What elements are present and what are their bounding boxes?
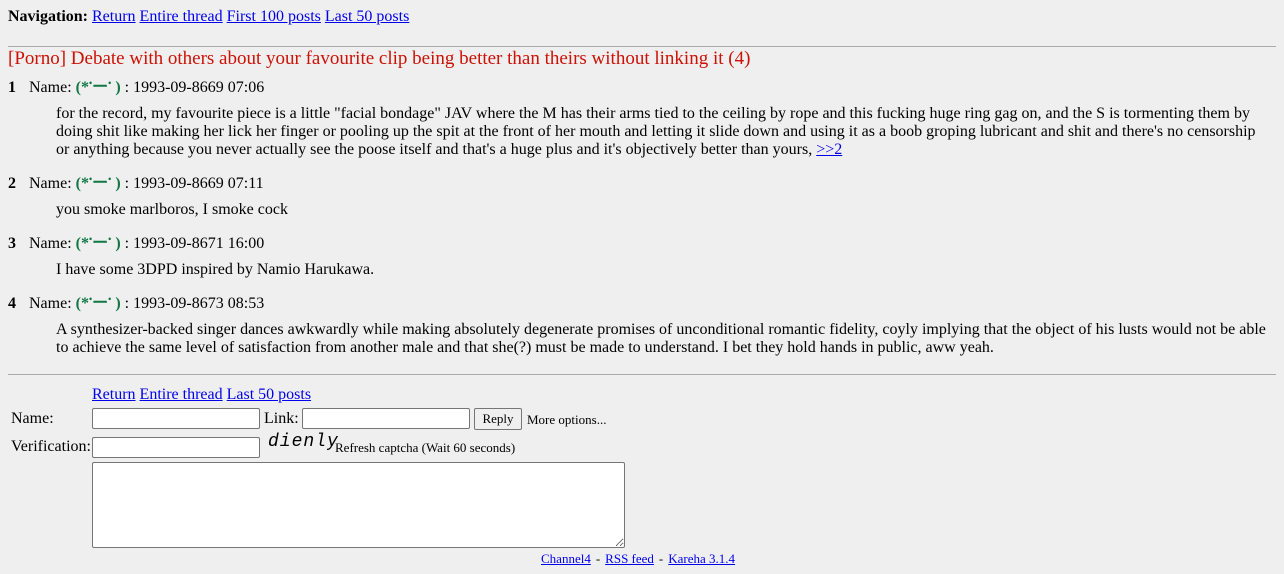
refresh-captcha-link[interactable]: Refresh captcha: [335, 440, 418, 455]
form-verification-label: Verification:: [11, 438, 91, 455]
top-divider: [8, 46, 1276, 47]
name-label: Name:: [29, 235, 72, 252]
reply-reference-link[interactable]: >>2: [816, 141, 842, 158]
captcha-wait-text: (Wait 60 seconds): [421, 440, 516, 455]
bottom-return-link[interactable]: Return: [92, 386, 136, 403]
footer-kareha-link[interactable]: Kareha 3.1.4: [668, 551, 735, 566]
post-text: A synthesizer-backed singer dances awkwa…: [56, 321, 1266, 356]
poster-name: (*•ー• ): [75, 294, 121, 313]
post-date: : 1993-09-8673 08:53: [124, 295, 265, 312]
post-number: 3: [8, 235, 16, 252]
form-link-label: Link:: [264, 410, 299, 427]
name-label: Name:: [29, 79, 72, 96]
bottom-entire-thread-link[interactable]: Entire thread: [140, 386, 223, 403]
post-date: : 1993-09-8669 07:06: [124, 79, 265, 96]
bottom-last-50-link[interactable]: Last 50 posts: [227, 386, 311, 403]
post-text: you smoke marlboros, I smoke cock: [56, 201, 288, 218]
post-body: for the record, my favourite piece is a …: [56, 105, 1270, 159]
post-date: : 1993-09-8669 07:11: [124, 175, 264, 192]
post-header: 2 Name: (*•ー• ) : 1993-09-8669 07:11: [8, 175, 264, 193]
footer-rss-link[interactable]: RSS feed: [605, 551, 654, 566]
nav-first-100-link[interactable]: First 100 posts: [227, 8, 321, 25]
post-header: 4 Name: (*•ー• ) : 1993-09-8673 08:53: [8, 295, 264, 313]
post-number: 1: [8, 79, 16, 96]
post-body: I have some 3DPD inspired by Namio Haruk…: [56, 261, 1270, 279]
nav-entire-thread-link[interactable]: Entire thread: [140, 8, 223, 25]
post-number: 4: [8, 295, 16, 312]
top-navigation: Navigation: Return Entire thread First 1…: [8, 8, 409, 26]
refresh-captcha-area: Refresh captcha (Wait 60 seconds): [335, 439, 515, 457]
post-header: 1 Name: (*•ー• ) : 1993-09-8669 07:06: [8, 79, 264, 97]
footer: Channel4- RSS feed - Kareha 3.1.4: [541, 550, 735, 568]
form-name-label: Name:: [11, 410, 54, 427]
post-body: A synthesizer-backed singer dances awkwa…: [56, 321, 1270, 357]
poster-name: (*•ー• ): [75, 234, 121, 253]
bottom-divider: [8, 374, 1276, 375]
bottom-navigation: Return Entire thread Last 50 posts: [92, 386, 311, 404]
verification-field[interactable]: [92, 437, 260, 458]
navigation-label: Navigation:: [8, 8, 88, 25]
poster-name: (*•ー• ): [75, 174, 121, 193]
post-body: you smoke marlboros, I smoke cock: [56, 201, 1270, 219]
footer-channel4-link[interactable]: Channel4: [541, 551, 591, 566]
thread-title: [Porno] Debate with others about your fa…: [8, 48, 751, 69]
nav-return-link[interactable]: Return: [92, 8, 136, 25]
reply-button[interactable]: Reply: [474, 408, 522, 430]
link-field[interactable]: [302, 408, 470, 429]
post-date: : 1993-09-8671 16:00: [124, 235, 265, 252]
post-text: I have some 3DPD inspired by Namio Haruk…: [56, 261, 375, 278]
post-header: 3 Name: (*•ー• ) : 1993-09-8671 16:00: [8, 235, 264, 253]
message-textarea[interactable]: [92, 462, 625, 548]
post-number: 2: [8, 175, 16, 192]
footer-separator: -: [658, 551, 664, 566]
captcha-image: dienly: [268, 432, 339, 452]
name-label: Name:: [29, 295, 72, 312]
post-text: for the record, my favourite piece is a …: [56, 105, 1256, 158]
nav-last-50-link[interactable]: Last 50 posts: [325, 8, 409, 25]
more-options-toggle[interactable]: More options...: [527, 411, 606, 429]
name-label: Name:: [29, 175, 72, 192]
name-field[interactable]: [92, 408, 260, 429]
footer-separator: -: [595, 551, 601, 566]
poster-name: (*•ー• ): [75, 78, 121, 97]
